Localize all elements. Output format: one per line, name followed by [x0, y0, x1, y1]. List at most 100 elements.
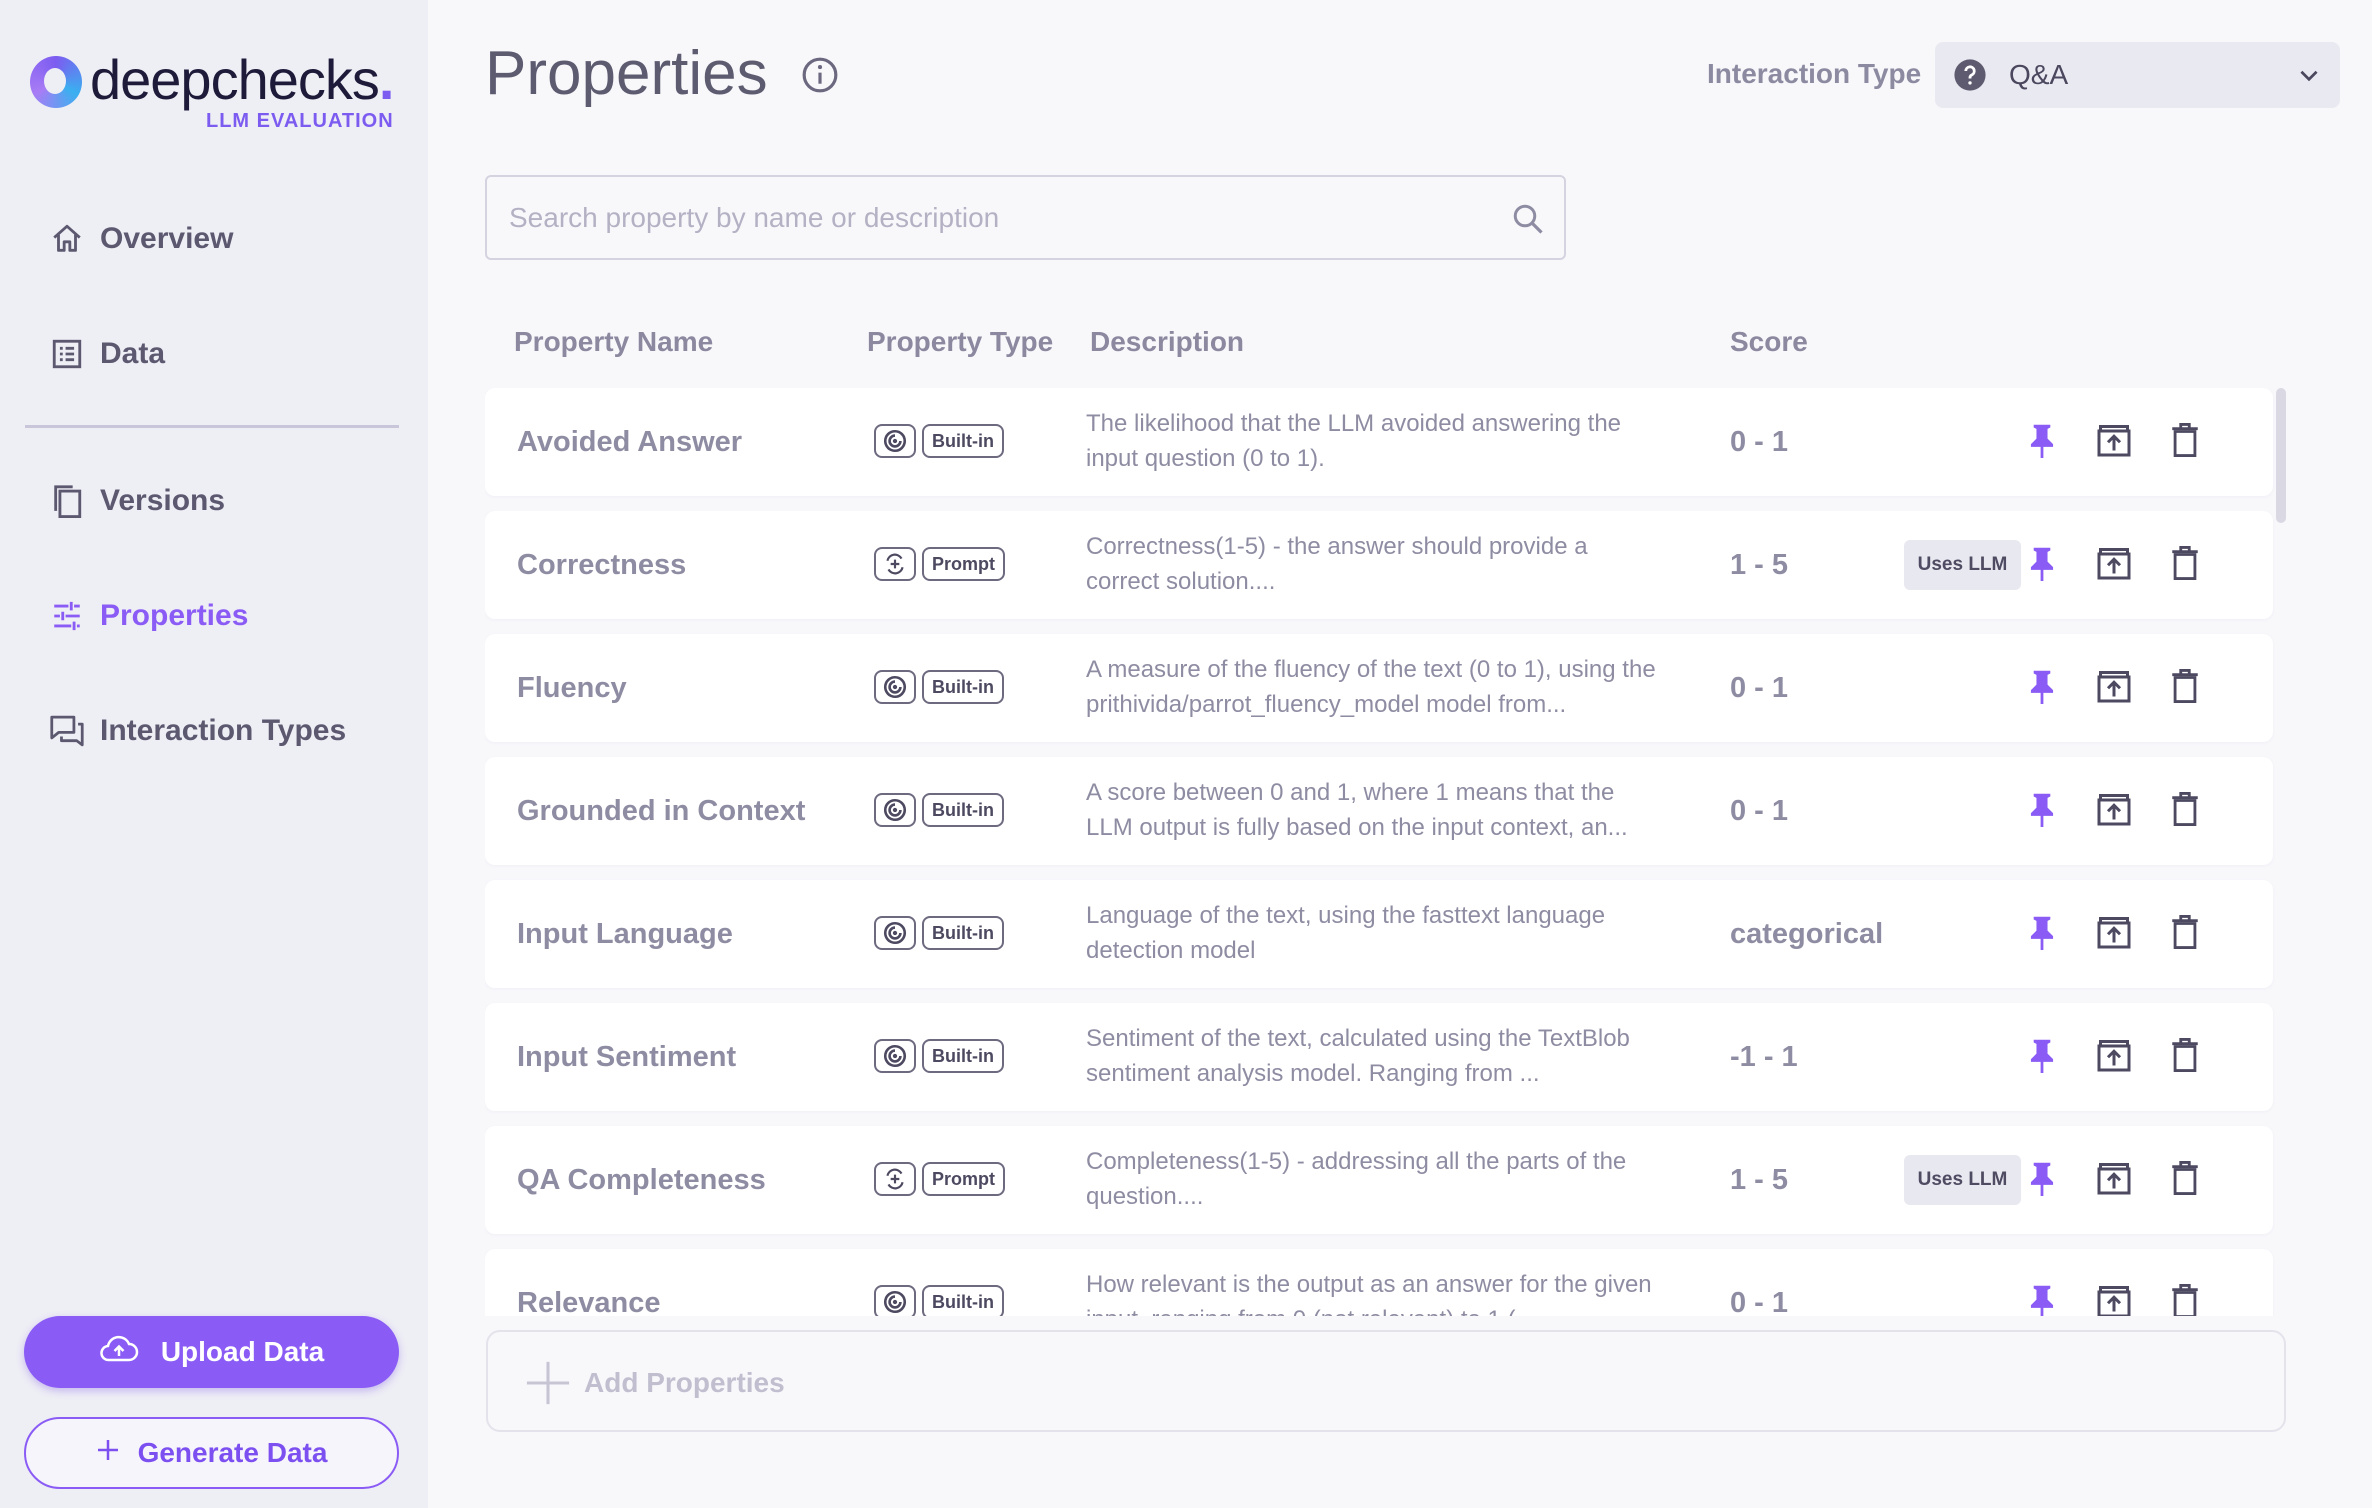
delete-button[interactable]	[2166, 914, 2204, 954]
property-score: 1 - 5	[1730, 1164, 1789, 1196]
add-properties-label: Add Properties	[584, 1367, 785, 1398]
table-row[interactable]: Grounded in Context Built-in A score betwe…	[485, 757, 2273, 865]
delete-button[interactable]	[2166, 1283, 2204, 1316]
property-type: Built-in	[874, 916, 1004, 950]
prompt-icon	[874, 1162, 916, 1196]
delete-button[interactable]	[2166, 791, 2204, 830]
interaction-type-select[interactable]: Q&A	[1935, 42, 2340, 108]
trash-icon	[2170, 545, 2200, 585]
table-row[interactable]: Relevance Built-in How relevant is the out…	[485, 1249, 2273, 1316]
plus-icon	[96, 1437, 120, 1469]
table-row[interactable]: QA Completeness Prompt Completeness(1-5) -…	[485, 1126, 2273, 1234]
pin-icon	[2027, 422, 2057, 463]
table-row[interactable]: Fluency Built-in A measure of the fluency …	[485, 634, 2273, 742]
property-score: categorical	[1730, 918, 1884, 950]
sidebar-item-properties[interactable]: Properties	[48, 591, 248, 641]
chat-icon	[48, 712, 86, 750]
property-description: A measure of the fluency of the text (0 …	[1086, 656, 1656, 718]
generate-data-button[interactable]: Generate Data	[24, 1417, 399, 1489]
search-input[interactable]	[509, 177, 1469, 258]
sidebar-item-overview[interactable]: Overview	[48, 214, 233, 264]
copy-icon	[48, 482, 86, 520]
sliders-icon	[48, 597, 86, 635]
pin-button[interactable]	[2023, 423, 2061, 461]
home-icon	[48, 220, 86, 258]
property-type-badge: Built-in	[922, 916, 1004, 950]
property-name: Relevance	[517, 1287, 661, 1316]
info-icon[interactable]	[801, 56, 839, 94]
pin-icon	[2027, 1037, 2057, 1078]
delete-button[interactable]	[2166, 422, 2204, 462]
trash-icon	[2170, 1283, 2200, 1316]
property-score: 0 - 1	[1730, 426, 1789, 458]
uses-llm-badge: Uses LLM	[1904, 540, 2021, 590]
pin-button[interactable]	[2023, 1161, 2061, 1199]
sidebar-item-label: Versions	[100, 484, 226, 517]
column-header-type[interactable]: Property Type	[867, 326, 1053, 358]
logo-wordmark: deepchecks.	[90, 50, 394, 110]
search-icon[interactable]	[1510, 201, 1546, 242]
interaction-type-label: Interaction Type	[1707, 58, 1922, 89]
cloud-upload-icon	[99, 1334, 139, 1371]
sidebar-item-versions[interactable]: Versions	[48, 476, 225, 526]
list-icon	[48, 335, 86, 373]
export-icon	[2096, 1038, 2132, 1077]
export-button[interactable]	[2095, 1161, 2133, 1199]
pin-button[interactable]	[2023, 669, 2061, 707]
column-header-score[interactable]: Score	[1730, 326, 1808, 358]
trash-icon	[2170, 668, 2200, 708]
delete-button[interactable]	[2166, 1037, 2204, 1076]
built-in-icon	[874, 916, 916, 950]
pin-icon	[2027, 668, 2057, 709]
export-button[interactable]	[2095, 1038, 2133, 1076]
export-icon	[2096, 1284, 2132, 1316]
table-row[interactable]: Avoided Answer Built-in The likelihood tha…	[485, 388, 2273, 496]
upload-data-label: Upload Data	[160, 1336, 325, 1367]
export-button[interactable]	[2095, 423, 2133, 461]
built-in-icon	[874, 1039, 916, 1073]
property-description: Correctness(1-5) - the answer should pro…	[1086, 533, 1588, 595]
uses-llm-badge: Uses LLM	[1904, 1155, 2021, 1205]
export-button[interactable]	[2095, 669, 2133, 707]
export-button[interactable]	[2095, 915, 2133, 953]
property-type-badge: Prompt	[922, 1162, 1005, 1196]
table-scrollbar[interactable]	[2276, 388, 2286, 523]
table-row[interactable]: Input Language Built-in Language of the te…	[485, 880, 2273, 988]
add-properties-button[interactable]: Add Properties	[486, 1330, 2286, 1432]
sidebar-item-interaction-types[interactable]: Interaction Types	[48, 706, 346, 756]
upload-data-button[interactable]: Upload Data	[24, 1316, 399, 1388]
property-type: Built-in	[874, 793, 1004, 827]
search-box	[485, 175, 1566, 260]
column-header-description[interactable]: Description	[1090, 326, 1244, 358]
export-button[interactable]	[2095, 792, 2133, 830]
delete-button[interactable]	[2166, 1160, 2204, 1199]
property-description: Completeness(1-5) - addressing all the p…	[1086, 1148, 1627, 1210]
delete-button[interactable]	[2166, 545, 2204, 585]
built-in-icon	[874, 793, 916, 827]
deepchecks-logo[interactable]: deepchecks. LLM EVALUATION	[30, 50, 410, 142]
property-score: -1 - 1	[1730, 1041, 1798, 1073]
delete-button[interactable]	[2166, 668, 2204, 708]
pin-button[interactable]	[2023, 546, 2061, 584]
property-type: Prompt	[874, 1162, 1005, 1196]
property-description: How relevant is the output as an answer …	[1086, 1271, 1652, 1316]
pin-button[interactable]	[2023, 1284, 2061, 1316]
export-button[interactable]	[2095, 1284, 2133, 1316]
table-row[interactable]: Correctness Prompt Correctness(1-5) - the …	[485, 511, 2273, 619]
pin-button[interactable]	[2023, 792, 2061, 830]
property-description: Sentiment of the text, calculated using …	[1086, 1025, 1630, 1087]
properties-table: Avoided Answer Built-in The likelihood tha…	[485, 388, 2275, 1316]
property-type-badge: Built-in	[922, 1039, 1004, 1073]
export-icon	[2096, 915, 2132, 954]
property-type-badge: Prompt	[922, 547, 1005, 581]
column-header-name[interactable]: Property Name	[514, 326, 713, 358]
trash-icon	[2170, 914, 2200, 954]
sidebar-item-data[interactable]: Data	[48, 329, 165, 379]
property-type-badge: Built-in	[922, 1285, 1004, 1316]
export-button[interactable]	[2095, 546, 2133, 584]
pin-button[interactable]	[2023, 915, 2061, 953]
plus-icon	[525, 1360, 571, 1411]
table-row[interactable]: Input Sentiment Built-in Sentiment of the …	[485, 1003, 2273, 1111]
trash-icon	[2170, 422, 2200, 462]
pin-button[interactable]	[2023, 1038, 2061, 1076]
